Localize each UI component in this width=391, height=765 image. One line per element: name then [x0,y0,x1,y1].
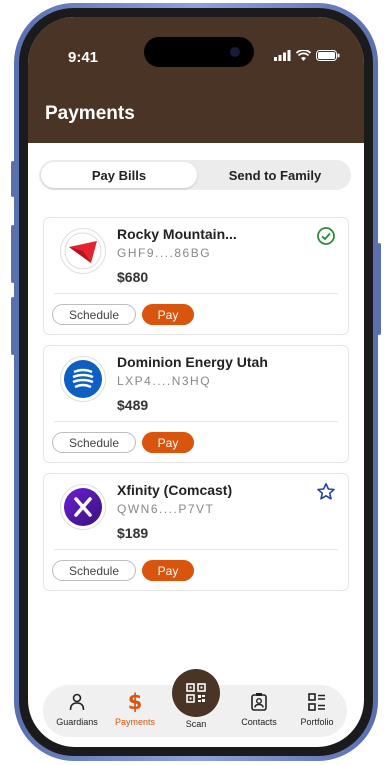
phone-frame: 9:41 Payments Pay Bills Send to Family R… [11,3,381,761]
nav-item-payments[interactable]: $ Payments [105,691,165,727]
schedule-button[interactable]: Schedule [52,304,136,325]
card-divider [54,549,338,550]
volume-down-button [11,297,15,355]
status-time: 9:41 [68,49,99,66]
check-circle-icon [317,227,335,245]
xfinity-logo [60,484,106,530]
star-icon[interactable] [316,482,336,502]
rocky-mountain-power-logo [60,228,106,274]
nav-label: Payments [114,717,156,727]
nav-item-portfolio[interactable]: Portfolio [287,691,347,727]
scan-button[interactable] [172,669,220,717]
tab-send-to-family[interactable]: Send to Family [201,162,349,188]
nav-label: Guardians [56,717,98,727]
bill-card-rocky-mountain: Rocky Mountain... GHF9....86BG $680 Sche… [43,217,349,335]
nav-label: Scan [185,719,207,729]
battery-icon [316,50,340,61]
dynamic-island [144,37,254,67]
bottom-nav: Guardians $ Payments Scan Contacts Portf… [43,669,347,737]
dominion-energy-logo [60,356,106,402]
nav-item-guardians[interactable]: Guardians [47,691,107,727]
biller-name: Dominion Energy Utah [117,354,268,370]
nav-item-contacts[interactable]: Contacts [229,691,289,727]
camera-icon [230,47,240,57]
nav-label: Contacts [241,717,277,727]
pay-button[interactable]: Pay [142,560,194,581]
account-number: LXP4....N3HQ [117,374,212,388]
schedule-button[interactable]: Schedule [52,432,136,453]
pay-button[interactable]: Pay [142,304,194,325]
biller-name: Rocky Mountain... [117,226,237,242]
pay-button[interactable]: Pay [142,432,194,453]
signal-icon [274,50,291,61]
bezel: 9:41 Payments Pay Bills Send to Family R… [19,8,373,756]
contacts-icon [251,693,267,711]
power-button [377,243,381,335]
dollar-icon: $ [127,690,143,714]
bill-amount: $189 [117,525,149,541]
account-number: QWN6....P7VT [117,502,215,516]
biller-name: Xfinity (Comcast) [117,482,233,498]
card-divider [54,293,338,294]
account-number: GHF9....86BG [117,246,212,260]
nav-label: Portfolio [300,717,334,727]
bill-card-xfinity: Xfinity (Comcast) QWN6....P7VT $189 Sche… [43,473,349,591]
person-icon [69,693,85,711]
bill-amount: $680 [117,269,149,285]
app-header: 9:41 Payments [28,17,364,143]
volume-up-button [11,225,15,283]
tab-pay-bills[interactable]: Pay Bills [41,162,197,188]
bill-card-dominion-energy: Dominion Energy Utah LXP4....N3HQ $489 S… [43,345,349,463]
portfolio-icon [308,693,325,711]
status-icons [274,50,340,61]
bill-tabs: Pay Bills Send to Family [39,160,351,190]
wifi-icon [296,50,311,61]
card-divider [54,421,338,422]
qr-scan-icon [186,683,206,703]
schedule-button[interactable]: Schedule [52,560,136,581]
page-title: Payments [45,103,135,124]
mute-switch [11,161,15,197]
screen: 9:41 Payments Pay Bills Send to Family R… [28,17,364,747]
bill-amount: $489 [117,397,149,413]
